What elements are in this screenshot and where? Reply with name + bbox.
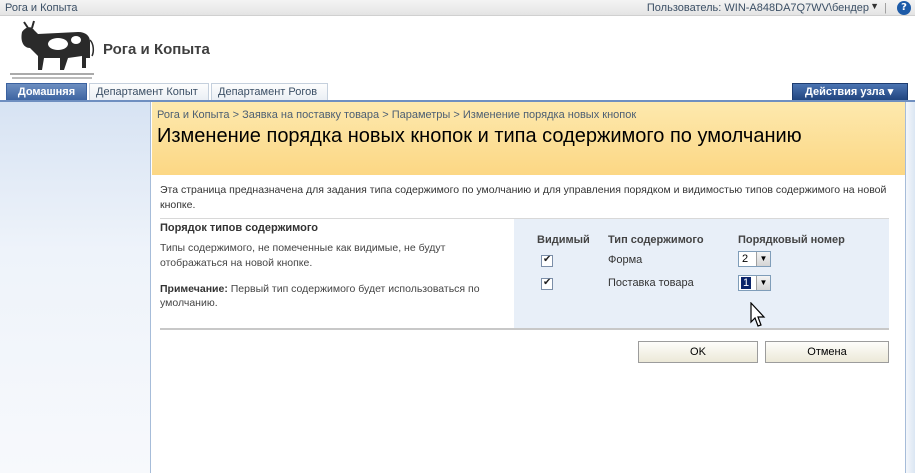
column-header-order: Порядковый номер — [738, 234, 845, 246]
tab-department-hooves[interactable]: Департамент Копыт — [89, 83, 209, 101]
order-value: 1 — [741, 277, 752, 289]
tab-home[interactable]: Домашняя — [6, 83, 87, 101]
content-type-name: Поставка товара — [608, 277, 694, 289]
separator: | — [884, 2, 887, 14]
order-select-supply[interactable]: 1 ▼ — [738, 275, 771, 291]
user-menu[interactable]: Пользователь: WIN-A848DA7Q7WV\бендер — [647, 2, 869, 14]
column-header-visible: Видимый — [537, 234, 590, 246]
site-title[interactable]: Рога и Копыта — [103, 41, 210, 58]
column-header-content-type: Тип содержимого — [608, 234, 704, 246]
content-type-name: Форма — [608, 254, 643, 266]
top-bar: Рога и Копыта Пользователь: WIN-A848DA7Q… — [0, 0, 915, 16]
breadcrumb[interactable]: Рога и Копыта > Заявка на поставку товар… — [157, 109, 636, 121]
section-heading: Порядок типов содержимого — [160, 222, 319, 234]
help-icon[interactable]: ? — [897, 1, 911, 15]
page-title: Изменение порядка новых кнопок и типа со… — [157, 125, 802, 147]
ok-button[interactable]: OK — [638, 341, 758, 363]
site-link[interactable]: Рога и Копыта — [5, 2, 78, 14]
chevron-down-icon[interactable]: ▼ — [870, 1, 879, 11]
content-type-order-panel: Видимый Тип содержимого Порядковый номер… — [514, 219, 889, 328]
divider — [160, 328, 889, 330]
chevron-down-icon[interactable]: ▼ — [756, 252, 770, 266]
page-description: Эта страница предназначена для задания т… — [160, 184, 887, 211]
top-nav: Домашняя Департамент Копыт Департамент Р… — [0, 83, 915, 101]
visible-checkbox-supply[interactable] — [541, 277, 553, 290]
section-text: Типы содержимого, не помеченные как види… — [160, 242, 446, 269]
section-note: Примечание: Первый тип содержимого будет… — [160, 282, 495, 310]
order-select-form[interactable]: 2 ▼ — [738, 251, 771, 267]
chevron-down-icon[interactable]: ▼ — [756, 276, 770, 290]
right-border — [905, 102, 915, 473]
tab-department-horns[interactable]: Департамент Рогов — [211, 83, 328, 101]
cow-logo[interactable] — [8, 18, 96, 82]
site-actions-menu[interactable]: Действия узла ▾ — [792, 83, 908, 101]
note-label: Примечание: — [160, 283, 228, 295]
cancel-button[interactable]: Отмена — [765, 341, 889, 363]
mouse-cursor-icon — [750, 302, 766, 327]
page-title-area: Рога и Копыта > Заявка на поставку товар… — [152, 102, 905, 175]
visible-checkbox-form[interactable] — [541, 254, 553, 267]
section-description: Порядок типов содержимого Типы содержимо… — [160, 222, 510, 310]
order-value: 2 — [742, 253, 749, 265]
left-navigation — [0, 102, 151, 473]
